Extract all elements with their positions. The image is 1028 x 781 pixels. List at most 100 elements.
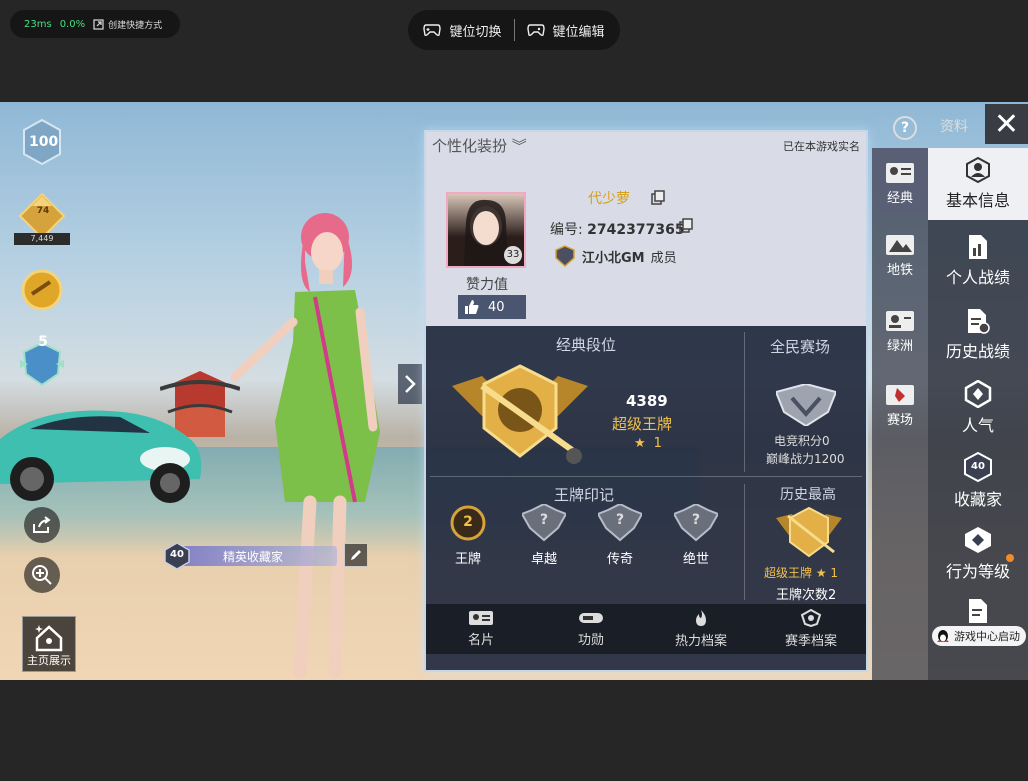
nav-collector[interactable]: 40 收藏家	[928, 452, 1028, 510]
ace-mark-ace[interactable]: 2 王牌	[438, 504, 498, 567]
player-avatar[interactable]: 33	[446, 192, 526, 268]
qq-penguin-icon	[937, 630, 949, 642]
history-best-tier-name: 超级王牌	[764, 566, 813, 580]
arena-emblem[interactable]	[776, 384, 836, 426]
gamepad-icon	[423, 24, 442, 37]
mode-oasis-label: 绿洲	[886, 339, 913, 354]
excellent-mark-value: ?	[539, 512, 549, 528]
mode-metro[interactable]: 地铁	[872, 234, 928, 278]
clan-row[interactable]: 江小北GM 成员	[554, 245, 677, 267]
player-id-row: 编号: 2742377365	[550, 219, 685, 239]
nav-popularity[interactable]: 人气	[928, 380, 1028, 436]
edit-title-button[interactable]	[344, 543, 368, 567]
rank-tier-name: 超级王牌	[612, 415, 673, 433]
nav-history-record-label: 历史战绩	[945, 342, 1010, 361]
title-level-number: 40	[170, 549, 184, 560]
rank-divider	[744, 332, 745, 472]
copy-name-icon[interactable]	[650, 190, 666, 206]
section-divider	[430, 476, 862, 477]
level-number: 100	[29, 134, 59, 150]
key-switch-label: 键位切换	[449, 24, 502, 40]
ace-tier-emblem[interactable]	[452, 356, 588, 466]
tab-heat-archive[interactable]: 热力档案	[646, 604, 756, 654]
mode-classic[interactable]: 经典	[872, 148, 928, 220]
ace-mark-legend[interactable]: ? 传奇	[590, 504, 650, 567]
history-best-title: 历史最高	[780, 487, 836, 503]
clan-emblem-icon	[555, 245, 575, 267]
mode-oasis[interactable]: 绿洲	[872, 310, 928, 354]
behavior-badge-icon	[965, 527, 991, 553]
nav-behavior-level-label: 行为等级	[945, 562, 1010, 581]
tab-season-archive[interactable]: 赛季档案	[756, 604, 866, 654]
tab-card[interactable]: 名片	[426, 604, 536, 654]
left-badge-column	[14, 118, 70, 414]
screen: 23ms 0.0% 创建快捷方式 键位切换 键位编辑 100 74 7,449 …	[0, 0, 1028, 781]
peak-power: 巅峰战力1200	[766, 452, 845, 466]
chevron-down-icon: ︾	[511, 137, 527, 155]
loss-text: 0.0%	[59, 18, 86, 30]
player-id-value: 2742377365	[587, 222, 685, 238]
character-avatar-image	[230, 213, 380, 679]
close-button[interactable]: ✕	[985, 104, 1028, 144]
game-center-label: 游戏中心启动	[954, 630, 1020, 643]
ace-mark-peerless[interactable]: ? 绝世	[666, 504, 726, 567]
tab-season-label: 赛季档案	[784, 634, 837, 649]
shortcut-label: 创建快捷方式	[108, 20, 163, 31]
homepage-showcase-button[interactable]: 主页展示	[22, 616, 76, 672]
nav-basic-info[interactable]: 基本信息	[928, 148, 1028, 220]
personalize-tab[interactable]: 个性化装扮 ︾	[426, 132, 533, 159]
key-switch-button[interactable]: 键位切换	[411, 21, 513, 40]
stats-doc-icon	[969, 235, 987, 259]
history-best-emblem[interactable]	[776, 504, 842, 558]
id-card-icon	[886, 163, 914, 183]
zoom-button[interactable]	[24, 557, 60, 593]
nav-personal-record-label: 个人战绩	[945, 268, 1010, 287]
tab-merit[interactable]: 功勋	[536, 604, 646, 654]
avatar-level: 33	[504, 246, 522, 264]
clan-role: 成员	[650, 250, 677, 266]
create-shortcut-button[interactable]: 创建快捷方式	[93, 18, 162, 31]
card-icon	[469, 611, 493, 625]
star-icon: ★	[815, 566, 831, 580]
history-best-stars: 1	[830, 566, 839, 580]
game-center-launch-button[interactable]: 游戏中心启动	[932, 626, 1026, 646]
copy-id-icon[interactable]	[678, 218, 694, 234]
tab-heat-label: 热力档案	[674, 634, 727, 649]
rank-stars: ★ 1	[634, 436, 662, 451]
classic-rank-title: 经典段位	[556, 336, 617, 354]
gamepad-edit-icon	[526, 24, 545, 37]
profile-nav-rail: 基本信息 个人战绩 历史战绩 人气 40 收藏家 行为等级	[928, 148, 1028, 680]
popularity-icon	[964, 380, 992, 408]
zoom-in-icon	[32, 565, 52, 585]
help-button[interactable]: ?	[893, 116, 917, 140]
mode-arena-label: 赛场	[886, 413, 913, 428]
shield-number: 5	[38, 334, 48, 350]
key-mapping-bar: 键位切换 键位编辑	[408, 10, 620, 50]
user-hex-icon	[966, 157, 990, 183]
nav-behavior-level[interactable]: 行为等级	[928, 526, 1028, 582]
profile-header: 个性化装扮 ︾ 已在本游戏实名 33 代少萝 编号: 2742377365 江小…	[426, 132, 866, 326]
legend-mark-label: 传奇	[606, 552, 633, 567]
thumbs-up-icon	[465, 300, 479, 314]
nav-history-record[interactable]: 历史战绩	[928, 308, 1028, 362]
mode-arena[interactable]: 赛场	[872, 384, 928, 428]
profile-card-icon	[886, 311, 914, 331]
tab-merit-label: 功勋	[577, 633, 604, 648]
ace-mark-excellent[interactable]: ? 卓越	[514, 504, 574, 567]
chevron-right-icon	[405, 375, 416, 393]
key-edit-button[interactable]: 键位编辑	[515, 21, 617, 40]
question-icon: ?	[900, 120, 910, 136]
nav-more[interactable]	[928, 598, 1028, 624]
achievement-badge[interactable]	[18, 266, 66, 314]
nav-personal-record[interactable]: 个人战绩	[928, 234, 1028, 288]
nav-collector-label: 收藏家	[953, 490, 1002, 509]
player-id-label: 编号:	[550, 222, 583, 238]
clan-name: 江小北GM	[582, 250, 645, 266]
rank-score: 4389	[626, 392, 668, 410]
likes-counter[interactable]: 40	[458, 295, 526, 319]
share-button[interactable]	[24, 507, 60, 543]
collapse-panel-button[interactable]	[398, 364, 422, 404]
mode-rail: 经典 地铁 绿洲 赛场	[872, 148, 928, 680]
profile-panel: 个性化装扮 ︾ 已在本游戏实名 33 代少萝 编号: 2742377365 江小…	[424, 130, 868, 672]
rank-star-count: 1	[653, 436, 662, 451]
